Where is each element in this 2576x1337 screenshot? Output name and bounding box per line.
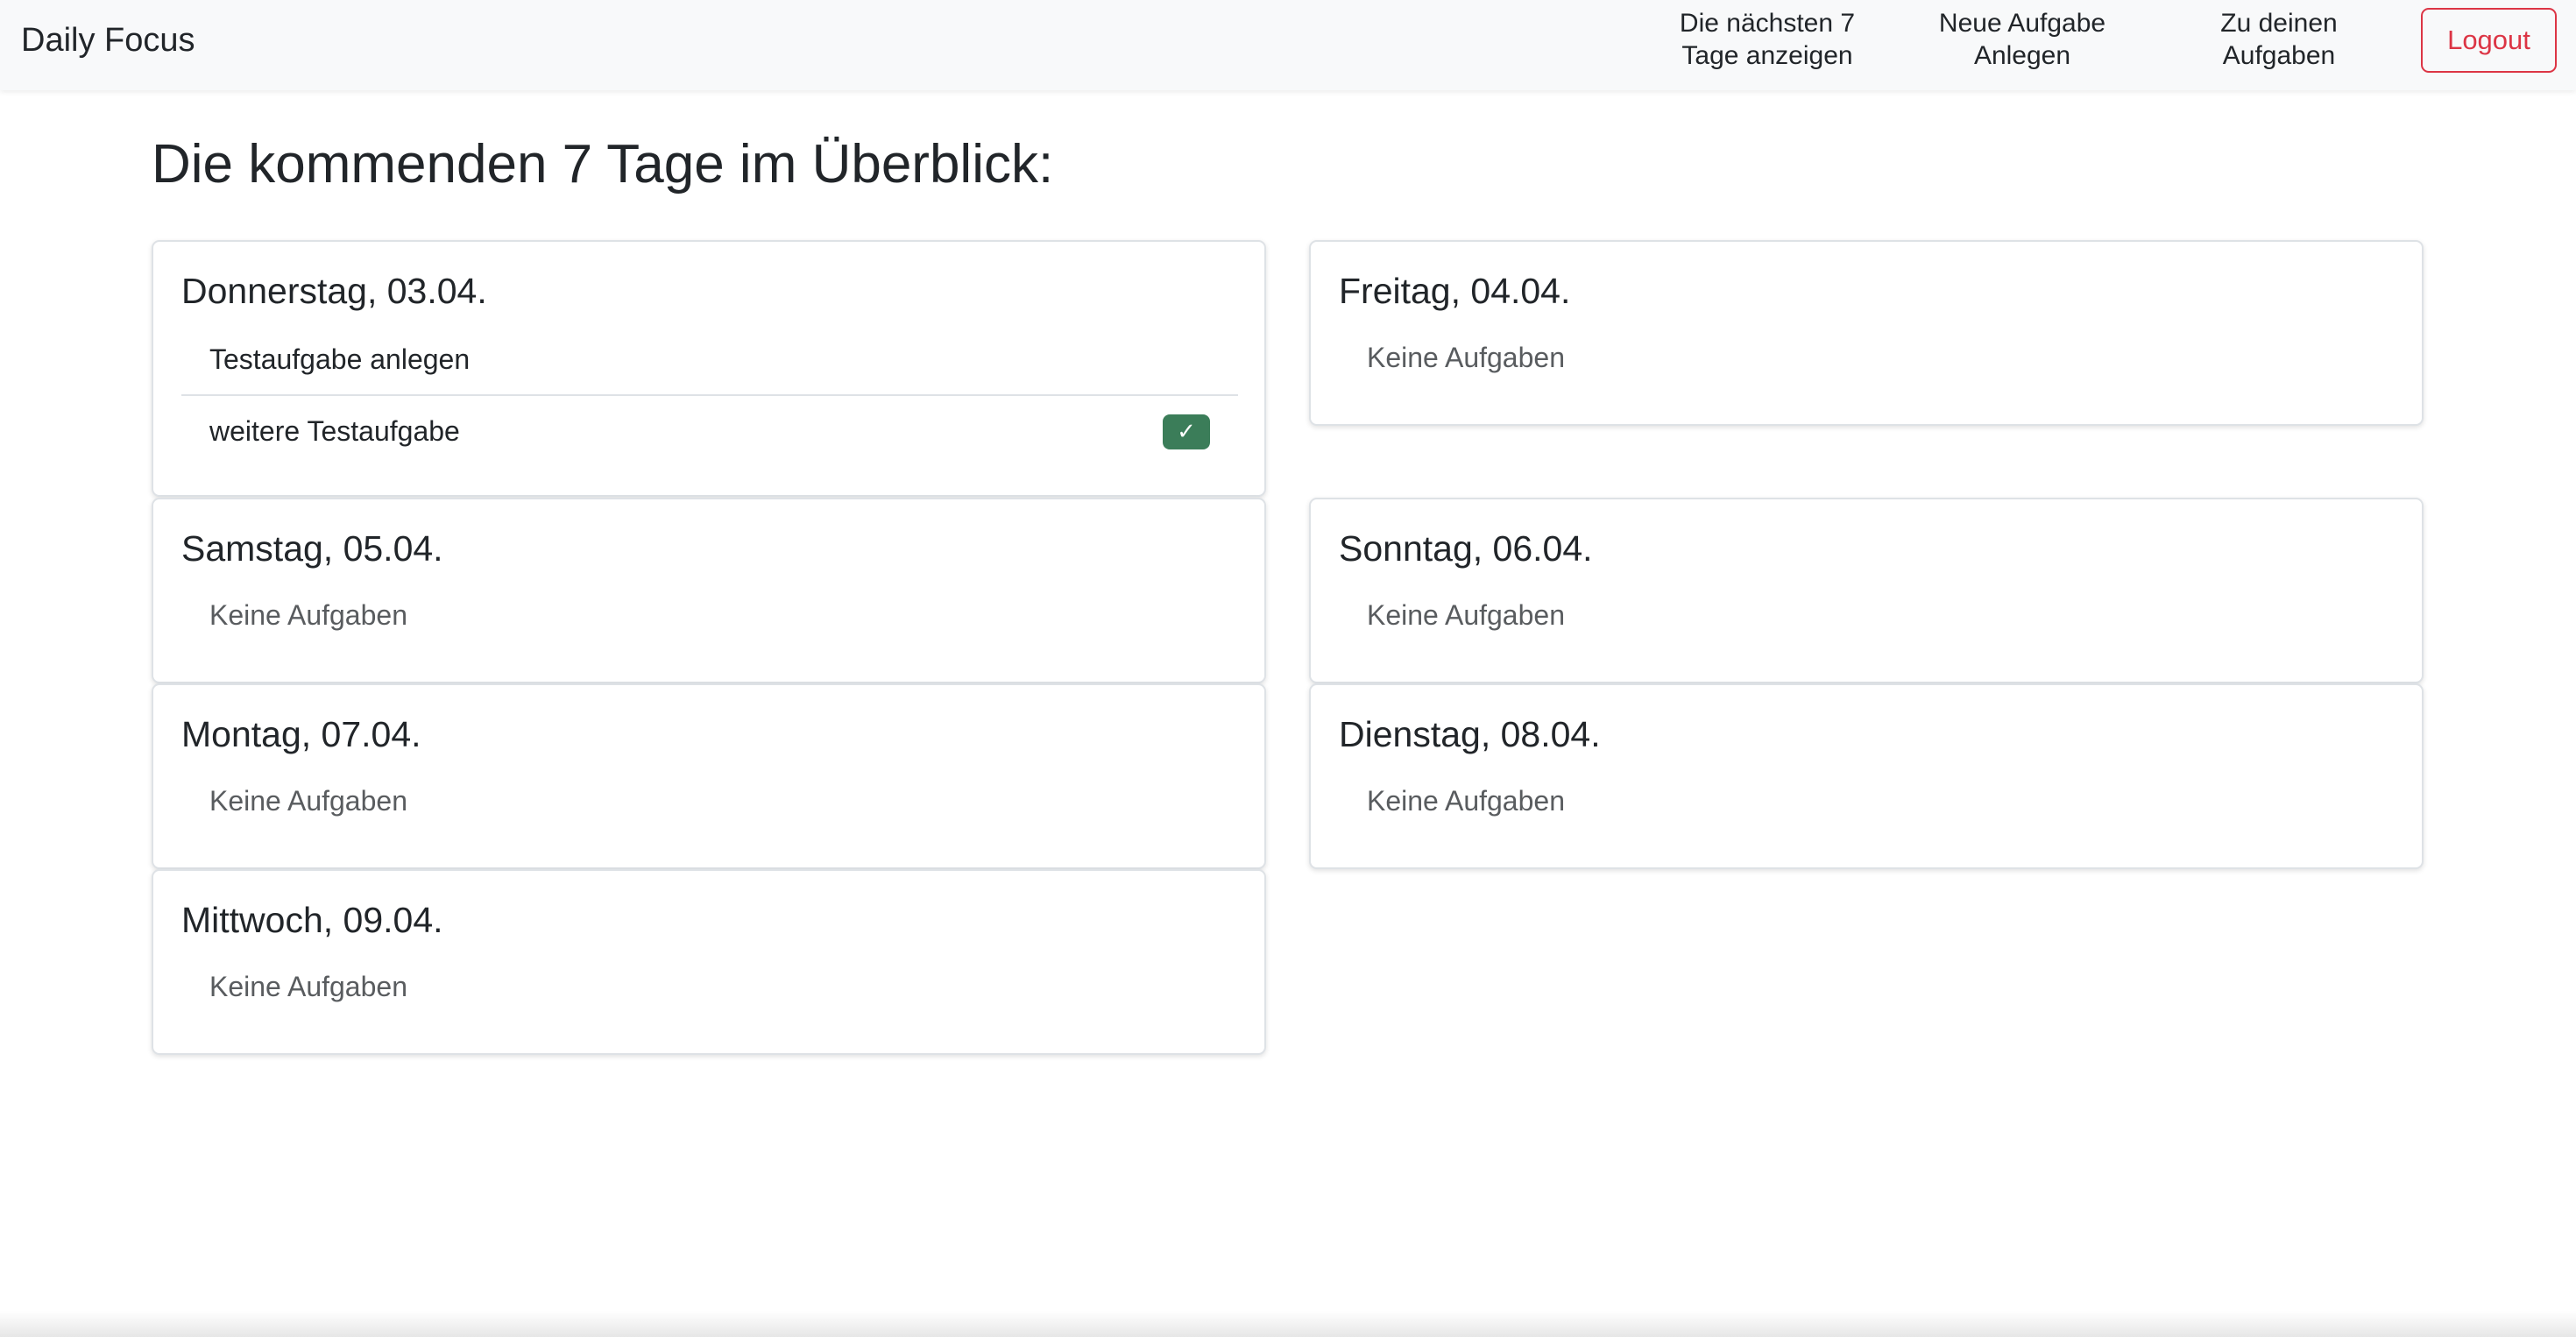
page-title: Die kommenden 7 Tage im Überblick: [152,134,1054,195]
task-done-badge[interactable]: ✓ [1163,414,1210,449]
no-tasks-text: Keine Aufgaben [209,971,407,1002]
bottom-edge-shadow [0,1311,2576,1337]
day-card-friday: Freitag, 04.04. Keine Aufgaben [1309,240,2424,426]
day-card-sunday: Sonntag, 06.04. Keine Aufgaben [1309,498,2424,683]
no-tasks-text: Keine Aufgaben [1367,342,1565,373]
brand-link[interactable]: Daily Focus [21,19,195,61]
day-title: Sonntag, 06.04. [1339,528,1593,569]
day-card-thursday: Donnerstag, 03.04. Testaufgabe anlegen w… [152,240,1266,497]
day-card-wednesday: Mittwoch, 09.04. Keine Aufgaben [152,869,1266,1055]
day-title: Dienstag, 08.04. [1339,714,1601,754]
day-card-monday: Montag, 07.04. Keine Aufgaben [152,683,1266,869]
no-tasks-text: Keine Aufgaben [209,599,407,631]
day-title: Montag, 07.04. [181,714,421,754]
nav-link-label-line1: Zu deinen [2220,9,2338,38]
nav-link-label-line2: Aufgaben [2222,41,2336,70]
nav-link-new-task[interactable]: Neue Aufgabe Anlegen [1921,7,2124,77]
nav-link-label-line1: Die nächsten 7 [1679,9,1856,38]
no-tasks-text: Keine Aufgaben [1367,599,1565,631]
task-item[interactable]: weitere Testaufgabe ✓ [181,396,1238,468]
nav-link-label-line1: Neue Aufgabe [1938,9,2106,38]
nav-link-my-tasks[interactable]: Zu deinen Aufgaben [2197,7,2360,77]
task-label: Testaufgabe anlegen [209,343,471,375]
task-item[interactable]: Testaufgabe anlegen [181,324,1238,396]
day-card-saturday: Samstag, 05.04. Keine Aufgaben [152,498,1266,683]
no-tasks-text: Keine Aufgaben [209,785,407,817]
check-icon: ✓ [1177,419,1196,445]
nav-link-label-line2: Anlegen [1973,41,2071,70]
logout-button[interactable]: Logout [2421,8,2557,73]
day-title: Freitag, 04.04. [1339,271,1571,311]
day-title: Donnerstag, 03.04. [181,271,487,311]
nav-link-label-line2: Tage anzeigen [1681,41,1853,70]
task-label: weitere Testaufgabe [209,415,460,447]
day-title: Samstag, 05.04. [181,528,443,569]
no-tasks-text: Keine Aufgaben [1367,785,1565,817]
day-title: Mittwoch, 09.04. [181,900,443,940]
navbar: Daily Focus Die nächsten 7 Tage anzeigen… [0,0,2576,90]
day-card-tuesday: Dienstag, 08.04. Keine Aufgaben [1309,683,2424,869]
nav-link-next-7-days[interactable]: Die nächsten 7 Tage anzeigen [1659,7,1876,77]
